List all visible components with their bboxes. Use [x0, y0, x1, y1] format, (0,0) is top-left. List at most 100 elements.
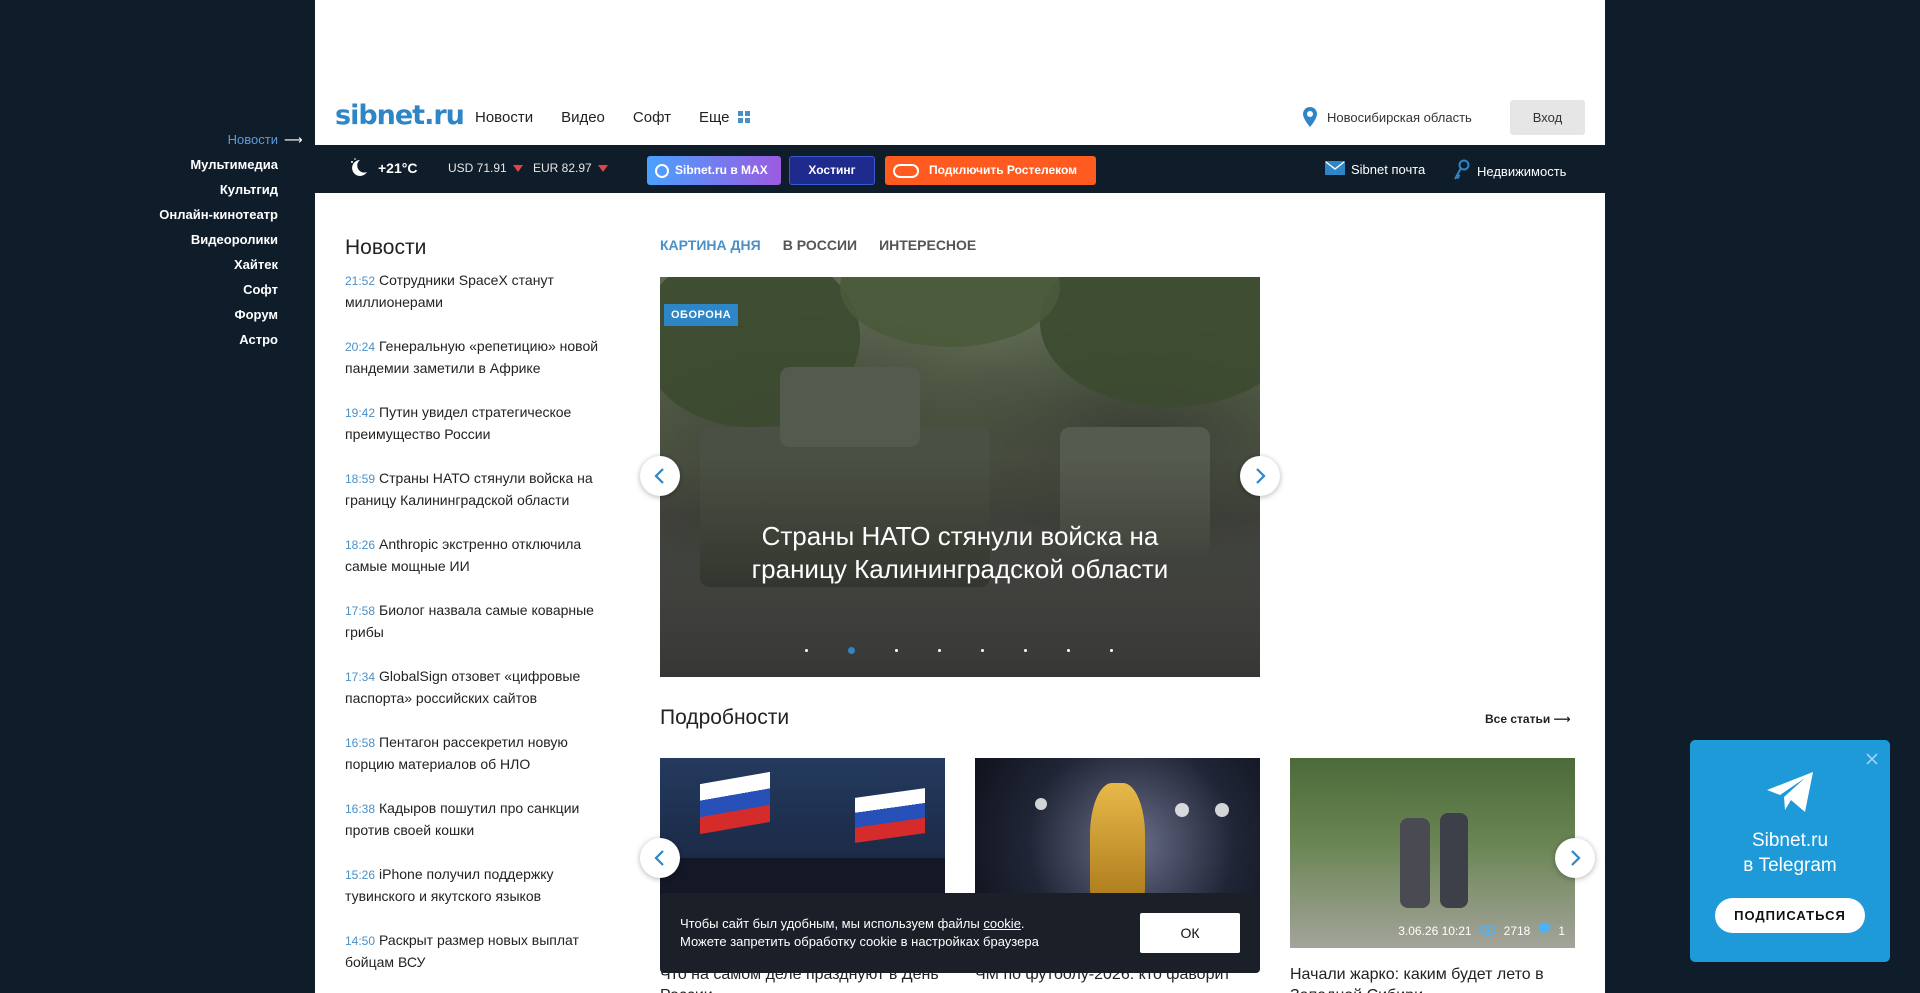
arrow-right-icon: ⟶ — [284, 132, 303, 147]
slider-dot[interactable] — [1110, 649, 1113, 652]
all-articles-link[interactable]: Все статьи ⟶ — [1485, 712, 1571, 726]
news-item[interactable]: 16:38 Кадыров пошутил про санкции против … — [345, 798, 605, 864]
sidebar-item-hitech[interactable]: Хайтек — [0, 255, 315, 280]
slider-dot[interactable] — [1024, 649, 1027, 652]
tab-interesting[interactable]: ИНТЕРЕСНОЕ — [879, 237, 976, 253]
chevron-right-icon — [1571, 850, 1581, 866]
news-item[interactable]: 21:52 Сотрудники SpaceX станут миллионера… — [345, 270, 605, 336]
sidebar-item-forum[interactable]: Форум — [0, 305, 315, 330]
sidebar-item-news[interactable]: Новости ⟶ — [0, 130, 315, 155]
article-card[interactable]: 3.06.26 10:21 2718 1 Начали жарко: каким… — [1290, 758, 1575, 993]
feature-tabs: КАРТИНА ДНЯ В РОССИИ ИНТЕРЕСНОЕ — [660, 237, 998, 253]
news-time: 18:26 — [345, 538, 376, 552]
news-time: 14:50 — [345, 934, 376, 948]
telegram-title-line2: в Telegram — [1743, 855, 1837, 876]
news-text: Сотрудники SpaceX станут миллионерами — [345, 272, 554, 310]
article-comments: 1 — [1558, 923, 1565, 938]
telegram-widget: Sibnet.ru в Telegram ПОДПИСАТЬСЯ — [1690, 740, 1890, 962]
rostelecom-label: Подключить Ростелеком — [929, 163, 1078, 177]
news-text: Биолог назвала самые коварные грибы — [345, 602, 594, 640]
news-item[interactable]: 14:50 Раскрыт размер новых выплат бойцам … — [345, 930, 605, 993]
rostelecom-icon — [893, 163, 919, 178]
cookie-text-period: . — [1020, 916, 1025, 931]
login-button[interactable]: Вход — [1510, 100, 1585, 135]
nav-more-label: Еще — [698, 109, 730, 126]
slider-headline[interactable]: Страны НАТО стянули войска на границу Ка… — [740, 520, 1180, 586]
news-text: Страны НАТО стянули войска на границу Ка… — [345, 470, 593, 508]
news-item[interactable]: 16:58 Пентагон рассекретил новую порцию м… — [345, 732, 605, 798]
usd-rate[interactable]: USD 71.91 — [448, 161, 523, 175]
news-item[interactable]: 17:34 GlobalSign отзовет «цифровые паспор… — [345, 666, 605, 732]
slider-dot[interactable] — [981, 649, 984, 652]
slider-dot[interactable] — [938, 649, 941, 652]
cards-next-button[interactable] — [1555, 838, 1595, 878]
slider-dots — [805, 647, 1113, 654]
sidebar-item-videos[interactable]: Видеоролики — [0, 230, 315, 255]
telegram-title: Sibnet.ru в Telegram — [1690, 828, 1890, 878]
sidebar-item-multimedia[interactable]: Мультимедиа — [0, 155, 315, 180]
news-time: 20:24 — [345, 340, 376, 354]
slider-dot-active[interactable] — [848, 647, 855, 654]
region-selector[interactable]: Новосибирская область — [1303, 107, 1472, 127]
eye-icon — [1479, 924, 1496, 938]
sidebar-item-soft[interactable]: Софт — [0, 280, 315, 305]
chevron-left-icon — [654, 850, 664, 866]
telegram-subscribe-button[interactable]: ПОДПИСАТЬСЯ — [1715, 898, 1865, 933]
news-item[interactable]: 18:59 Страны НАТО стянули войска на грани… — [345, 468, 605, 534]
sibnet-mail-link[interactable]: Sibnet почта — [1325, 161, 1425, 178]
news-item[interactable]: 19:42 Путин увидел стратегическое преимущ… — [345, 402, 605, 468]
slider-prev-button[interactable] — [640, 456, 680, 496]
tab-in-russia[interactable]: В РОССИИ — [783, 237, 857, 253]
article-views: 2718 — [1503, 923, 1531, 938]
rostelecom-button[interactable]: Подключить Ростелеком — [885, 156, 1096, 185]
tab-picture-of-day[interactable]: КАРТИНА ДНЯ — [660, 237, 761, 253]
location-pin-icon — [1303, 107, 1317, 127]
category-badge[interactable]: ОБОРОНА — [664, 304, 739, 326]
cookie-banner: Чтобы сайт был удобным, мы используем фа… — [660, 893, 1260, 973]
news-item[interactable]: 17:58 Биолог назвала самые коварные грибы — [345, 600, 605, 666]
article-image: 3.06.26 10:21 2718 1 — [1290, 758, 1575, 948]
nav-video[interactable]: Видео — [561, 109, 605, 126]
nav-news[interactable]: Новости — [475, 109, 533, 126]
key-icon — [1453, 159, 1471, 184]
news-item[interactable]: 18:26 Anthropic экстренно отключила самые… — [345, 534, 605, 600]
cookie-ok-button[interactable]: ОК — [1140, 913, 1240, 953]
cookie-text-line1: Чтобы сайт был удобным, мы используем фа… — [680, 916, 984, 931]
eur-rate[interactable]: EUR 82.97 — [533, 161, 608, 175]
slider-dot[interactable] — [895, 649, 898, 652]
slider-dot[interactable] — [1067, 649, 1070, 652]
moon-icon — [348, 157, 370, 179]
usd-rate-value: USD 71.91 — [448, 161, 507, 175]
featured-slider[interactable]: ОБОРОНА Страны НАТО стянули войска на гр… — [660, 277, 1260, 677]
nav-more[interactable]: Еще — [699, 109, 750, 126]
mail-label: Sibnet почта — [1351, 162, 1426, 177]
news-text: Anthropic экстренно отключила самые мощн… — [345, 536, 582, 574]
news-item[interactable]: 20:24 Генеральную «репетицию» новой панде… — [345, 336, 605, 402]
news-feed-title: Новости — [345, 236, 427, 259]
close-icon[interactable] — [1866, 752, 1878, 765]
news-time: 15:26 — [345, 868, 376, 882]
news-time: 16:58 — [345, 736, 376, 750]
hosting-button[interactable]: Хостинг — [789, 156, 875, 185]
sidebar-item-kultgid[interactable]: Культгид — [0, 180, 315, 205]
down-arrow-icon — [512, 165, 523, 172]
cards-prev-button[interactable] — [640, 838, 680, 878]
news-time: 17:34 — [345, 670, 376, 684]
site-header: sibnet.ru Новости Видео Софт Еще Новосиб… — [315, 95, 1605, 145]
weather-widget[interactable]: +21°C — [348, 157, 417, 179]
cookie-text-line2: Можете запретить обработку cookie в наст… — [680, 934, 1039, 949]
news-time: 17:58 — [345, 604, 376, 618]
main-nav: Новости Видео Софт Еще — [475, 109, 778, 126]
site-logo[interactable]: sibnet.ru — [335, 100, 465, 131]
news-feed: Новости 21:52 Сотрудники SpaceX станут ми… — [345, 236, 605, 993]
slider-dot[interactable] — [805, 649, 808, 652]
sidebar-item-online-cinema[interactable]: Онлайн-кинотеатр — [0, 205, 315, 230]
cookie-link[interactable]: cookie — [983, 916, 1021, 931]
sidebar-item-astro[interactable]: Астро — [0, 330, 315, 355]
nav-soft[interactable]: Софт — [633, 109, 671, 126]
max-icon — [655, 163, 669, 178]
max-channel-button[interactable]: Sibnet.ru в MAX — [647, 156, 781, 185]
slider-next-button[interactable] — [1240, 456, 1280, 496]
news-item[interactable]: 15:26 iPhone получил поддержку тувинского… — [345, 864, 605, 930]
real-estate-link[interactable]: Недвижимость — [1453, 159, 1566, 184]
